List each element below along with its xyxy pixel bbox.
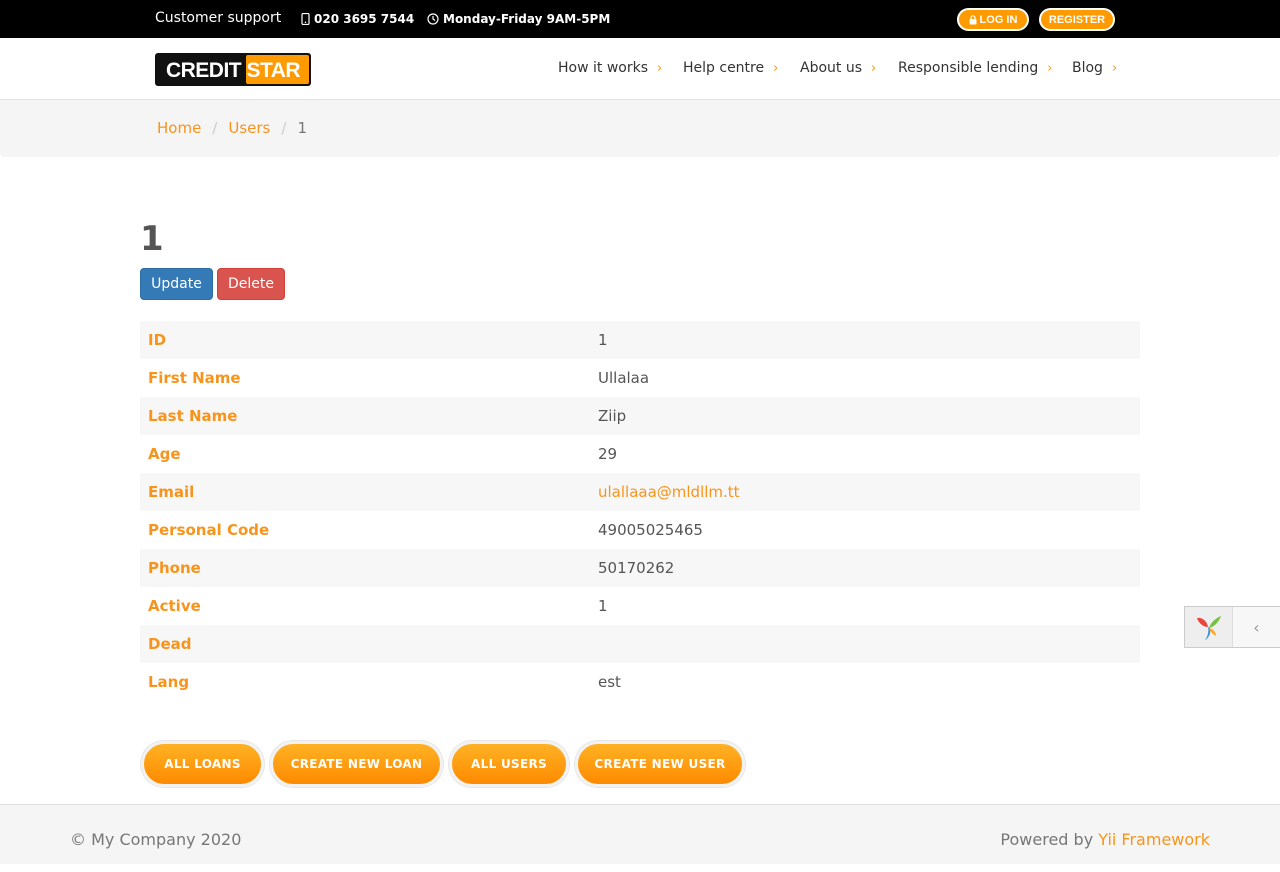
detail-label: Email (148, 483, 195, 501)
detail-label: Age (148, 445, 181, 463)
create-new-user-button[interactable]: CREATE NEW USER (575, 741, 745, 787)
detail-value: 1 (598, 597, 608, 615)
nav-help-centre[interactable]: Help centre › (683, 60, 778, 76)
support-phone-number: 020 3695 7544 (314, 12, 415, 26)
detail-row-phone: Phone 50170262 (140, 549, 1140, 587)
footer: © My Company 2020 Powered by Yii Framewo… (0, 804, 1280, 864)
detail-label: Phone (148, 559, 201, 577)
chevron-left-icon[interactable]: ‹ (1233, 607, 1280, 647)
mobile-phone-icon (301, 13, 310, 25)
login-button[interactable]: LOG IN (957, 8, 1029, 31)
footer-copyright: © My Company 2020 (70, 830, 242, 849)
create-new-loan-button[interactable]: CREATE NEW LOAN (270, 741, 443, 787)
detail-value: 1 (598, 331, 608, 349)
login-label: LOG IN (979, 13, 1018, 26)
detail-row-lang: Lang est (140, 663, 1140, 701)
customer-support-label: Customer support (155, 10, 282, 26)
powered-prefix: Powered by (1000, 830, 1099, 849)
detail-label: ID (148, 331, 167, 349)
footer-powered-by: Powered by Yii Framework (1000, 830, 1210, 849)
detail-row-personal-code: Personal Code 49005025465 (140, 511, 1140, 549)
detail-label: Active (148, 597, 201, 615)
detail-row-last-name: Last Name Ziip (140, 397, 1140, 435)
detail-row-active: Active 1 (140, 587, 1140, 625)
chevron-right-icon: › (657, 60, 663, 76)
detail-label: Last Name (148, 407, 238, 425)
support-hours-text: Monday-Friday 9AM-5PM (443, 12, 611, 26)
breadcrumb: Home / Users / 1 (0, 100, 1280, 157)
support-phone[interactable]: 020 3695 7544 (301, 12, 414, 26)
update-button[interactable]: Update (140, 268, 213, 300)
support-hours: Monday-Friday 9AM-5PM (427, 12, 610, 26)
nav-label: How it works (558, 60, 648, 76)
detail-value: 50170262 (598, 559, 675, 577)
detail-value: est (598, 673, 621, 691)
detail-row-dead: Dead (140, 625, 1140, 663)
detail-label: Dead (148, 635, 192, 653)
detail-value: Ziip (598, 407, 627, 425)
nav-how-it-works[interactable]: How it works › (558, 60, 662, 76)
svg-text:CREDIT STAR: CREDIT STAR (166, 59, 300, 82)
breadcrumb-separator: / (212, 119, 218, 137)
debug-toolbar: ‹ (1184, 606, 1280, 648)
breadcrumb-users[interactable]: Users (228, 119, 270, 137)
register-label: REGISTER (1048, 13, 1106, 26)
detail-label: Lang (148, 673, 190, 691)
chevron-right-icon: › (1047, 60, 1053, 76)
all-loans-button[interactable]: ALL LOANS (141, 741, 264, 787)
detail-value: 49005025465 (598, 521, 703, 539)
detail-row-id: ID 1 (140, 321, 1140, 359)
detail-row-age: Age 29 (140, 435, 1140, 473)
detail-label: First Name (148, 369, 241, 387)
lock-icon (969, 14, 977, 25)
yii-framework-link[interactable]: Yii Framework (1098, 830, 1210, 849)
chevron-right-icon: › (1111, 60, 1118, 76)
nav-responsible-lending[interactable]: Responsible lending › (898, 60, 1052, 76)
nav-blog[interactable]: Blog › (1072, 60, 1117, 76)
nav-label: About us (800, 60, 863, 76)
page-title: 1 (140, 219, 164, 259)
nav-label: Responsible lending (898, 60, 1039, 76)
nav-label: Help centre (683, 60, 765, 76)
breadcrumb-current: 1 (297, 119, 307, 137)
breadcrumb-home[interactable]: Home (157, 119, 201, 137)
breadcrumb-separator: / (281, 119, 287, 137)
chevron-right-icon: › (773, 60, 779, 76)
clock-icon (427, 13, 439, 25)
site-header: CREDIT STAR How it works › Help centre ›… (0, 38, 1280, 100)
register-button[interactable]: REGISTER (1039, 8, 1115, 31)
detail-label: Personal Code (148, 521, 270, 539)
nav-label: Blog (1072, 60, 1103, 76)
detail-value: Ullalaa (598, 369, 650, 387)
email-link[interactable]: ulallaaa@mldllm.tt (598, 483, 740, 501)
top-bar: Customer support 020 3695 7544 Monday-Fr… (0, 0, 1280, 38)
chevron-right-icon: › (871, 60, 877, 76)
nav-about-us[interactable]: About us › (800, 60, 876, 76)
detail-value: 29 (598, 445, 618, 463)
user-detail-table: ID 1 First Name Ullalaa Last Name Ziip A… (140, 321, 1140, 701)
detail-row-first-name: First Name Ullalaa (140, 359, 1140, 397)
all-users-button[interactable]: ALL USERS (449, 741, 569, 787)
delete-button[interactable]: Delete (217, 268, 285, 300)
detail-row-email: Email ulallaaa@mldllm.tt (140, 473, 1140, 511)
creditstar-logo[interactable]: CREDIT STAR (155, 53, 311, 86)
yii-logo-icon[interactable] (1185, 607, 1233, 647)
